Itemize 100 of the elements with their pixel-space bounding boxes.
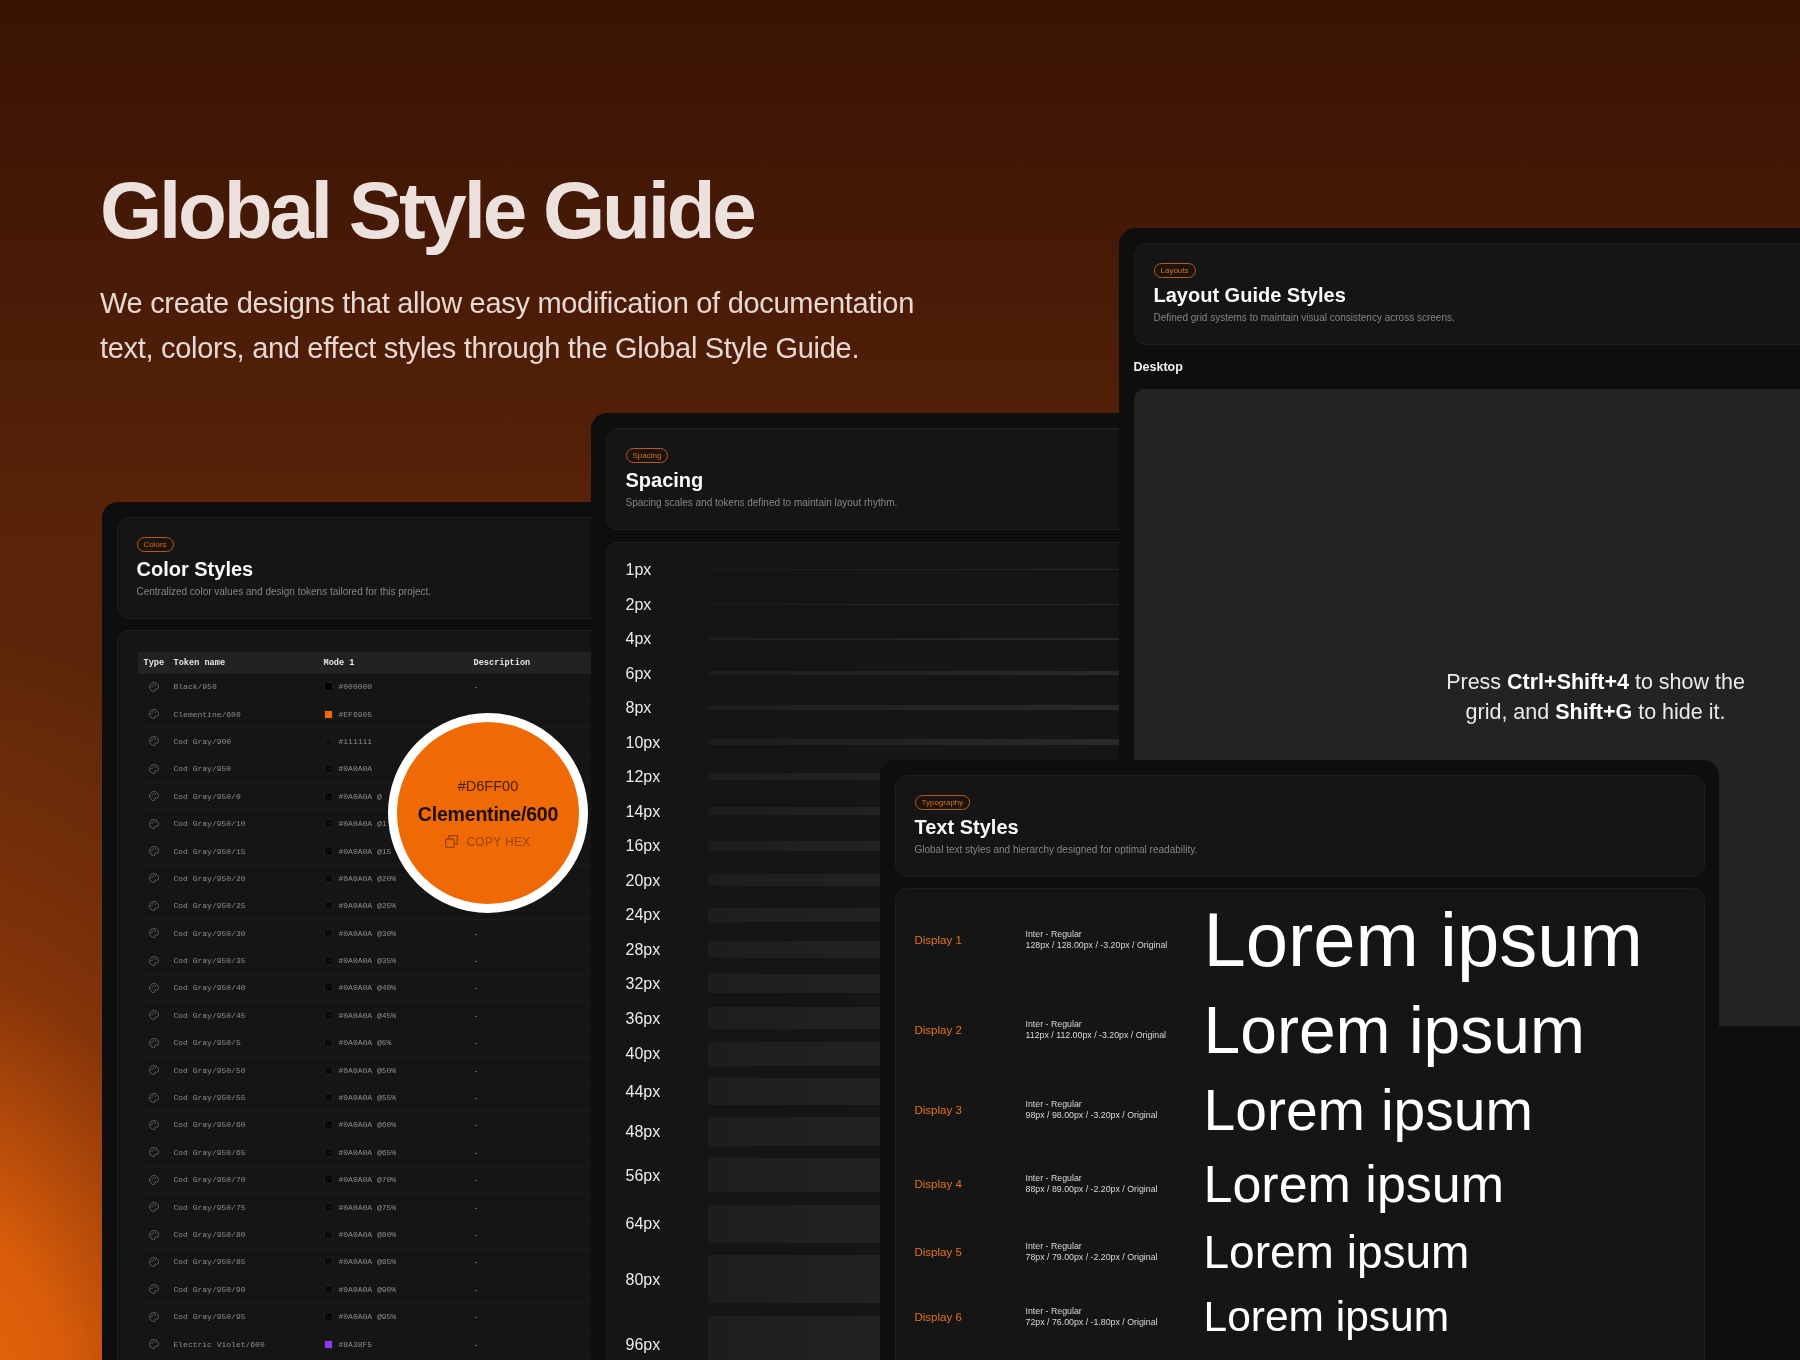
copy-button[interactable]: COPY HEX: [445, 833, 531, 850]
spacing-label: 32px: [625, 974, 662, 994]
table-cell: Cod Gray/950/85: [173, 1257, 246, 1267]
table-cell: #0A0A0A @40%: [338, 983, 397, 993]
palette-icon: [148, 1092, 159, 1103]
text-sample: Lorem ipsum: [1203, 895, 1643, 984]
style-name: Display 5: [914, 1244, 962, 1259]
table-cell: #0A0A0A @45%: [338, 1010, 397, 1020]
column-header: Description: [473, 657, 531, 668]
table-cell: #0A0A0A @65%: [338, 1147, 397, 1157]
table-cell: Cod Gray/950/95: [173, 1312, 246, 1322]
table-cell: -: [473, 1202, 479, 1212]
text-sample: Lorem ipsum: [1203, 1291, 1450, 1342]
palette-icon: [148, 846, 159, 857]
panel-title: Color Styles: [136, 556, 254, 581]
table-cell: -: [473, 1175, 479, 1185]
table-cell: Cod Gray/950: [173, 764, 232, 774]
font-name: Inter - Regular: [1025, 1019, 1082, 1030]
column-header: Token name: [173, 657, 226, 668]
table-cell: Cod Gray/950/60: [173, 1120, 246, 1130]
table-cell: #0A0A0A @50%: [338, 1065, 397, 1075]
table-cell: Cod Gray/950/55: [173, 1093, 246, 1103]
panel-description: Defined grid systems to maintain visual consistency across screens.: [1153, 310, 1455, 325]
style-name: Display 1: [914, 932, 962, 947]
spacing-label: 24px: [625, 905, 662, 925]
font-name: Inter - Regular: [1025, 1173, 1082, 1184]
table-cell: #0A0A0A @85%: [338, 1257, 397, 1267]
palette-icon: [148, 791, 159, 802]
table-cell: Cod Gray/950/90: [173, 1284, 246, 1294]
spacing-label: 48px: [625, 1122, 662, 1142]
table-cell: Cod Gray/950/80: [173, 1230, 246, 1239]
spacing-label: 64px: [625, 1214, 662, 1234]
copy-icon: [445, 835, 459, 848]
font-name: Inter - Regular: [1025, 1241, 1082, 1252]
panel-description: Global text styles and hierarchy designed for optimal readability.: [914, 842, 1198, 857]
font-spec: 98px / 98.00px / -3.20px / Original: [1025, 1109, 1158, 1120]
table-cell: Cod Gray/950/10: [173, 819, 246, 829]
table-cell: Cod Gray/950/75: [173, 1202, 246, 1212]
spacing-label: 4px: [625, 629, 653, 649]
table-cell: -: [473, 1010, 479, 1020]
spacing-label: 14px: [625, 801, 662, 821]
table-cell: #0A0A0A @25%: [338, 901, 397, 911]
text-sample: Lorem ipsum: [1203, 1153, 1505, 1215]
font-name: Inter - Regular: [1025, 929, 1082, 940]
table-cell: -: [473, 956, 479, 966]
table-cell: -: [473, 1120, 479, 1130]
spacing-label: 36px: [625, 1008, 662, 1028]
palette-icon: [148, 1202, 159, 1213]
table-cell: #8A38F5: [338, 1339, 373, 1349]
table-cell: #0A0A0A @1: [338, 819, 387, 829]
table-cell: -: [473, 1257, 479, 1267]
palette-icon: [148, 1065, 159, 1076]
spacing-label: 6px: [625, 663, 653, 683]
table-cell: -: [473, 1230, 479, 1239]
table-cell: #0A0A0A @55%: [338, 1093, 397, 1103]
table-cell: #0A0A0A @: [338, 791, 382, 801]
table-cell: Black/950: [173, 682, 217, 692]
table-cell: -: [473, 1093, 479, 1103]
table-cell: #0A0A0A @30%: [338, 928, 397, 938]
column-header: Type: [143, 657, 165, 668]
table-cell: Electric Violet/600: [173, 1339, 265, 1349]
table-cell: #0A0A0A @90%: [338, 1284, 397, 1294]
style-name: Display 6: [914, 1309, 962, 1324]
spacing-label: 16px: [625, 836, 662, 856]
color-name: Clementine/600: [417, 802, 559, 825]
palette-icon: [148, 681, 159, 692]
table-cell: -: [473, 1284, 479, 1294]
table-cell: -: [473, 1339, 479, 1349]
spacing-label: 96px: [625, 1335, 662, 1355]
style-name: Display 2: [914, 1022, 962, 1037]
table-cell: Cod Gray/950/25: [173, 901, 246, 911]
panel-description: Centralized color values and design tokens tailored for this project.: [136, 584, 432, 599]
category-tag: Layouts: [1153, 262, 1196, 278]
panel-description: Spacing scales and tokens defined to maintain layout rhythm.: [625, 495, 898, 510]
spacing-label: 2px: [625, 594, 653, 614]
palette-icon: [148, 1339, 159, 1350]
palette-icon: [148, 1037, 159, 1048]
font-name: Inter - Regular: [1025, 1099, 1082, 1110]
spacing-label: 56px: [625, 1165, 662, 1185]
palette-icon: [148, 818, 159, 829]
spacing-label: 28px: [625, 939, 662, 959]
hex-code: #D6FF00: [457, 776, 519, 795]
table-cell: Cod Gray/950/40: [173, 983, 246, 993]
palette-icon: [148, 1256, 159, 1267]
table-cell: Cod Gray/950/15: [173, 846, 246, 856]
table-cell: -: [473, 1147, 479, 1157]
spacing-label: 10px: [625, 732, 662, 752]
spacing-label: 1px: [625, 560, 653, 580]
table-cell: Cod Gray/950/65: [173, 1147, 246, 1157]
spacing-label: 8px: [625, 698, 653, 718]
table-cell: -: [473, 928, 479, 938]
table-cell: Cod Gray/950/35: [173, 956, 246, 966]
table-cell: #0A0A0A @5%: [338, 1038, 392, 1048]
table-cell: #0A0A0A @35%: [338, 956, 397, 966]
table-cell: -: [473, 983, 479, 993]
category-tag: Colors: [136, 536, 174, 552]
table-cell: Cod Gray/950/20: [173, 873, 246, 883]
palette-icon: [148, 900, 159, 911]
spacing-label: 80px: [625, 1269, 662, 1289]
page-subtitle: We create designs that allow easy modification of documentation text, colors, and effect styles through the Global Style Guide.: [100, 286, 915, 366]
